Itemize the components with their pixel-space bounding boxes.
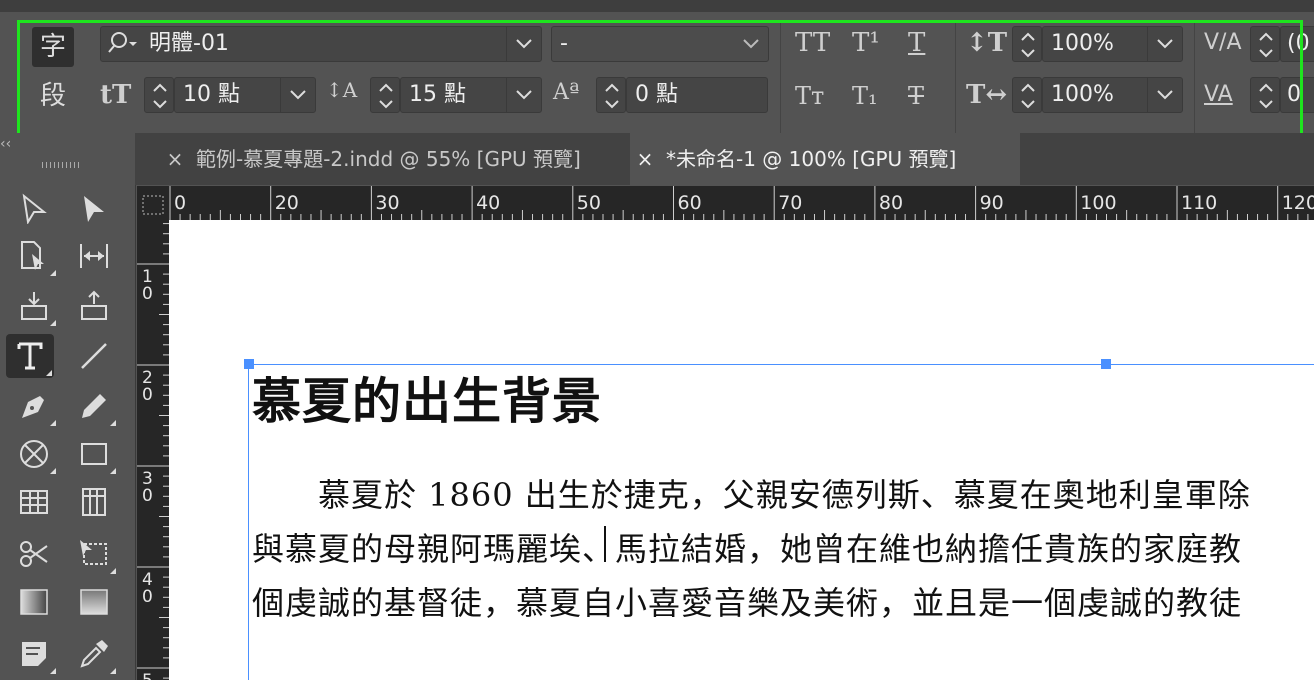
content-placer-tool[interactable] xyxy=(70,284,118,328)
ruler-label: 50 xyxy=(577,192,601,214)
ruler-origin[interactable] xyxy=(137,186,169,220)
ruler-label: 70 xyxy=(778,192,802,214)
type-tool[interactable] xyxy=(6,334,54,378)
text-frame-edge xyxy=(248,364,249,680)
line-tool[interactable] xyxy=(70,334,118,378)
tab-label: 範例-慕夏專題-2.indd @ 55% [GPU 預覽] xyxy=(196,147,581,171)
close-icon[interactable]: × xyxy=(630,133,660,185)
title-strip xyxy=(0,0,1314,12)
ruler-label: 0 xyxy=(142,284,153,304)
ruler-label: 80 xyxy=(879,192,903,214)
body-text-line[interactable]: 與慕夏的母親阿瑪麗埃、馬拉結婚，她曾在維也納擔任貴族的家庭教 xyxy=(252,524,1242,570)
rectangle-frame-tool[interactable] xyxy=(10,432,58,476)
panel-grip[interactable] xyxy=(42,162,82,168)
note-tool[interactable] xyxy=(10,632,58,676)
content-collector-tool[interactable] xyxy=(10,284,58,328)
body-text-line[interactable]: 慕夏於 1860 出生於捷克，父親安德列斯、慕夏在奧地利皇軍除 xyxy=(252,470,1251,516)
body-text-line[interactable]: 個虔誠的基督徒，慕夏自小喜愛音樂及美術，並且是一個虔誠的教徒 xyxy=(252,578,1242,624)
text-cursor xyxy=(604,526,606,562)
scissors-tool[interactable] xyxy=(10,532,58,576)
vertical-ruler[interactable]: 102030405 xyxy=(137,220,169,680)
ruler-label: 120 xyxy=(1282,192,1314,214)
ruler-label: 30 xyxy=(375,192,399,214)
frame-handle[interactable] xyxy=(1101,359,1111,369)
table-tool[interactable] xyxy=(10,480,58,524)
close-icon[interactable]: × xyxy=(160,133,190,185)
gradient-feather-tool[interactable] xyxy=(70,580,118,624)
pencil-tool[interactable] xyxy=(70,384,118,428)
ruler-label: 0 xyxy=(142,385,153,405)
gap-tool[interactable] xyxy=(70,234,118,278)
ruler-label: 40 xyxy=(476,192,500,214)
document-tab-bar: × 範例-慕夏專題-2.indd @ 55% [GPU 預覽] × *未命名-1 @… xyxy=(135,133,1314,185)
tab-untitled-1[interactable]: × *未命名-1 @ 100% [GPU 預覽] xyxy=(630,133,1020,185)
document-heading[interactable]: 慕夏的出生背景 xyxy=(252,362,602,433)
direct-selection-tool[interactable] xyxy=(70,186,118,230)
page-tool[interactable] xyxy=(10,234,58,278)
ruler-label: 0 xyxy=(142,486,153,506)
collapse-panel-icon[interactable]: ‹‹ xyxy=(0,136,11,152)
rectangle-tool[interactable] xyxy=(70,432,118,476)
grid-tool[interactable] xyxy=(70,480,118,524)
ruler-label: 110 xyxy=(1181,192,1217,214)
highlight-box xyxy=(17,20,1303,139)
free-transform-tool[interactable] xyxy=(70,532,118,576)
ruler-label: 5 xyxy=(142,671,153,680)
horizontal-ruler[interactable]: 0 20 30 40 50 60 70 80 90 100 110 120 xyxy=(137,186,1314,220)
ruler-label: 90 xyxy=(980,192,1004,214)
ruler-label: 60 xyxy=(678,192,702,214)
selection-tool[interactable] xyxy=(10,186,58,230)
gradient-swatch-tool[interactable] xyxy=(10,580,58,624)
ruler-label: 0 xyxy=(174,192,186,214)
tab-sample-document[interactable]: × 範例-慕夏專題-2.indd @ 55% [GPU 預覽] xyxy=(160,133,630,185)
ruler-label: 100 xyxy=(1080,192,1116,214)
ruler-label: 20 xyxy=(275,192,299,214)
pen-tool[interactable] xyxy=(10,384,58,428)
tab-label: *未命名-1 @ 100% [GPU 預覽] xyxy=(666,147,957,171)
eyedropper-tool[interactable] xyxy=(70,632,118,676)
ruler-label: 0 xyxy=(142,587,153,607)
